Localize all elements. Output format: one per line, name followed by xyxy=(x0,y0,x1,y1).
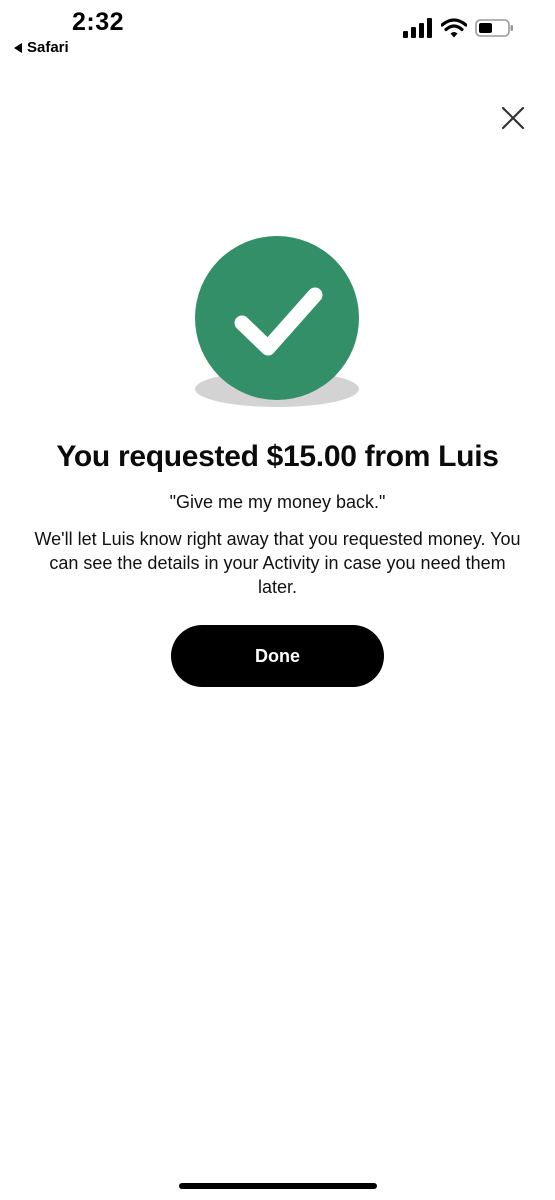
confirmation-title: You requested $15.00 from Luis xyxy=(56,440,499,473)
battery-icon xyxy=(475,19,513,37)
back-app-label: Safari xyxy=(27,39,69,56)
cellular-signal-icon xyxy=(403,18,432,38)
success-circle xyxy=(195,236,359,400)
close-button[interactable] xyxy=(499,104,527,132)
confirmation-description: We'll let Luis know right away that you … xyxy=(34,529,521,597)
back-to-app-link[interactable]: Safari xyxy=(14,39,69,56)
wifi-icon xyxy=(441,18,467,38)
done-button[interactable]: Done xyxy=(171,625,384,687)
status-time: 2:32 xyxy=(72,8,125,36)
status-icons xyxy=(403,18,515,38)
home-indicator[interactable] xyxy=(179,1183,377,1189)
request-note: "Give me my money back." xyxy=(169,492,386,512)
status-bar: 2:32 Safari xyxy=(0,0,555,70)
close-icon xyxy=(501,106,525,130)
success-illustration xyxy=(190,235,365,415)
back-arrow-icon xyxy=(14,42,22,53)
